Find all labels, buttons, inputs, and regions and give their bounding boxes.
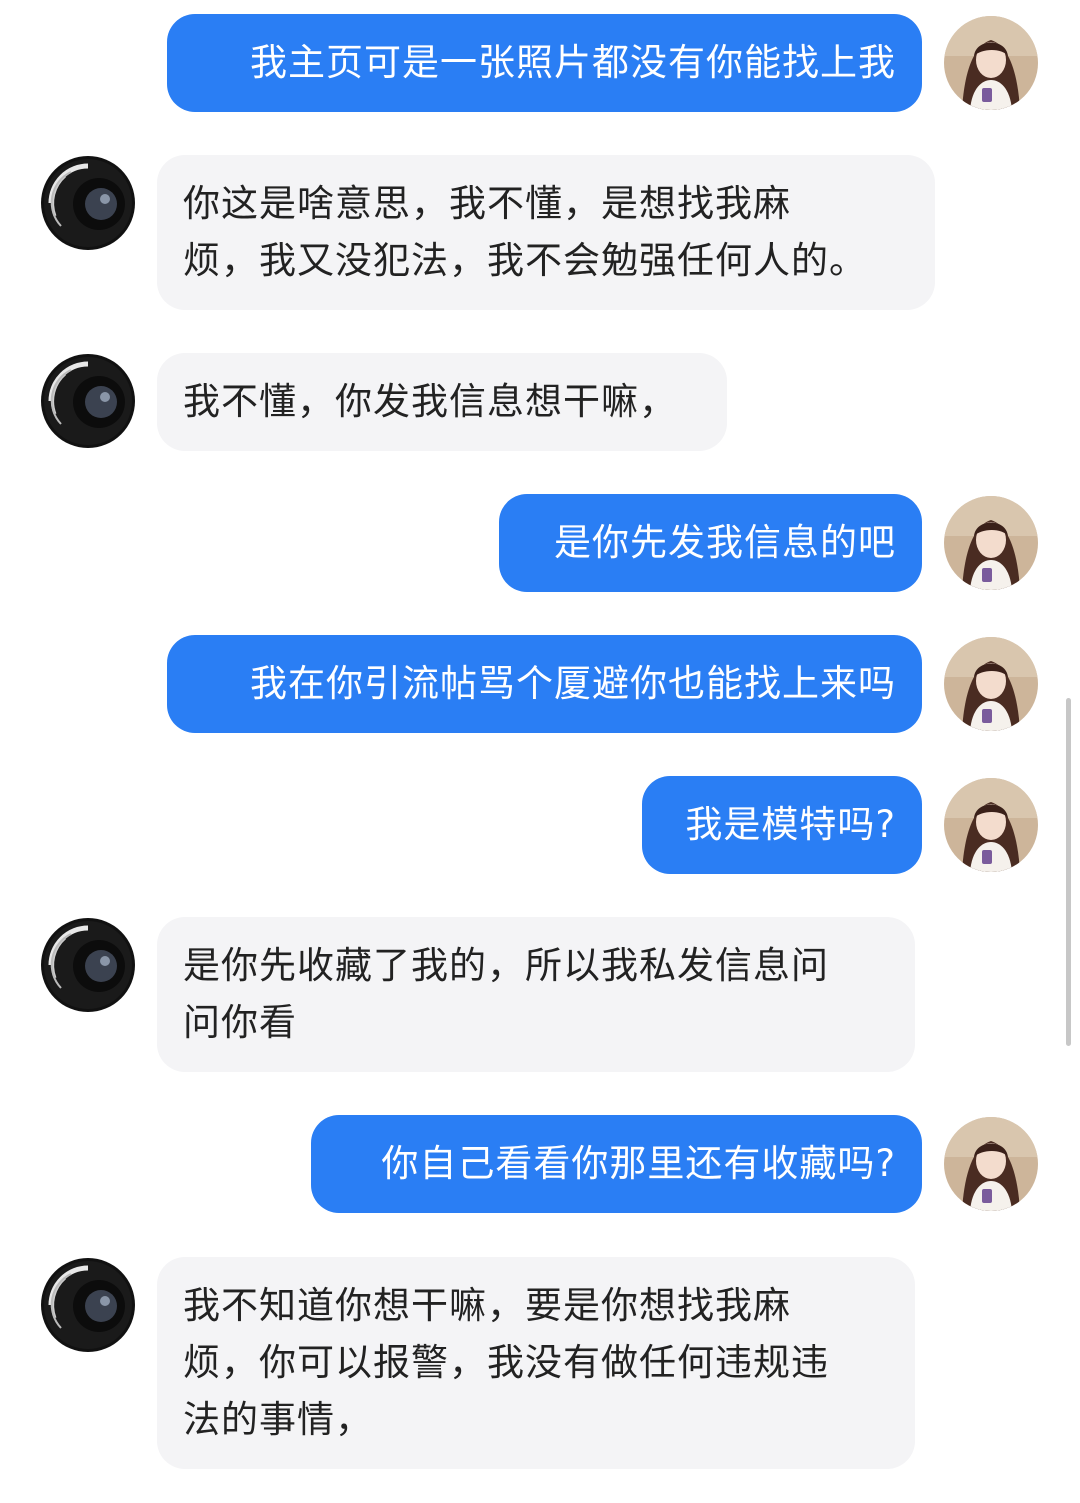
message-bubble-incoming[interactable]: 是你先收藏了我的，所以我私发信息问 问你看 <box>157 917 915 1072</box>
contact-avatar[interactable] <box>41 156 135 250</box>
camera-lens-icon <box>41 1258 135 1352</box>
message-bubble-outgoing[interactable]: 是你先发我信息的吧 <box>499 494 922 592</box>
message-bubble-incoming[interactable]: 我不知道你想干嘛，要是你想找我麻 烦，你可以报警，我没有做任何违规违 法的事情， <box>157 1257 915 1469</box>
user-avatar-self[interactable] <box>944 1117 1038 1211</box>
user-avatar-self[interactable] <box>944 16 1038 110</box>
girl-portrait-icon <box>944 1117 1038 1211</box>
chat-thread: 我主页可是一张照片都没有你能找上我 你这是啥意思，我不懂，是想找我麻 烦，我又没… <box>0 0 1080 1503</box>
girl-portrait-icon <box>944 496 1038 590</box>
message-bubble-incoming[interactable]: 我不懂，你发我信息想干嘛， <box>157 353 727 451</box>
message-bubble-outgoing[interactable]: 你自己看看你那里还有收藏吗? <box>311 1115 922 1213</box>
user-avatar-self[interactable] <box>944 637 1038 731</box>
contact-avatar[interactable] <box>41 918 135 1012</box>
contact-avatar[interactable] <box>41 354 135 448</box>
girl-portrait-icon <box>944 16 1038 110</box>
contact-avatar[interactable] <box>41 1258 135 1352</box>
message-bubble-incoming[interactable]: 你这是啥意思，我不懂，是想找我麻 烦，我又没犯法，我不会勉强任何人的。 <box>157 155 935 310</box>
message-bubble-outgoing[interactable]: 我主页可是一张照片都没有你能找上我 <box>167 14 922 112</box>
scrollbar[interactable] <box>1066 698 1071 1046</box>
user-avatar-self[interactable] <box>944 496 1038 590</box>
user-avatar-self[interactable] <box>944 778 1038 872</box>
camera-lens-icon <box>41 354 135 448</box>
girl-portrait-icon <box>944 778 1038 872</box>
camera-lens-icon <box>41 918 135 1012</box>
girl-portrait-icon <box>944 637 1038 731</box>
camera-lens-icon <box>41 156 135 250</box>
message-bubble-outgoing[interactable]: 我是模特吗? <box>642 776 922 874</box>
message-bubble-outgoing[interactable]: 我在你引流帖骂个厦避你也能找上来吗 <box>167 635 922 733</box>
